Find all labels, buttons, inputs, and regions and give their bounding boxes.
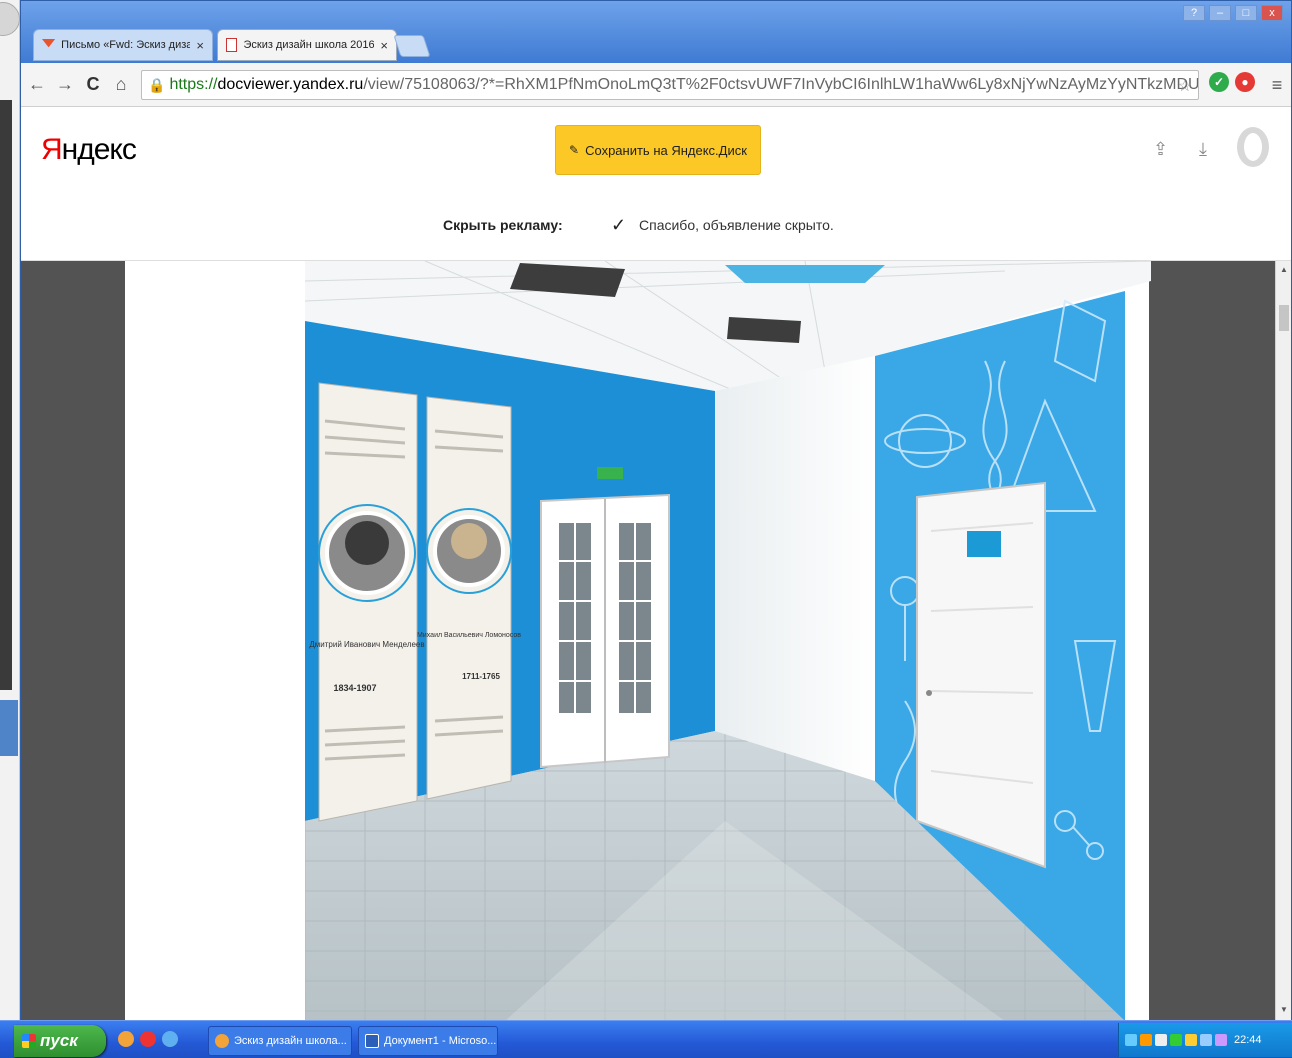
browser-icon [215,1034,229,1048]
download-icon[interactable]: ⤓ [1199,139,1207,160]
network-icon[interactable] [1125,1034,1137,1046]
browser-toolbar: ← → C ⌂ 🔒 https:// docviewer.yandex.ru /… [21,63,1291,107]
desktop-thumbnail[interactable] [0,700,18,756]
avatar-icon[interactable] [1233,123,1273,179]
tray-app-icon[interactable] [1140,1034,1152,1046]
tray-app-icon[interactable] [1215,1034,1227,1046]
extension-check-icon[interactable]: ✓ [1209,72,1229,92]
background-window [0,100,12,690]
tab-document-close-icon[interactable]: × [380,38,388,53]
double-door [540,493,670,769]
scroll-up-icon[interactable]: ▲ [1280,265,1288,274]
poster-right-years: 1711-1765 [462,672,500,681]
yandex-header: Яндекс ✎ Сохранить на Яндекс.Диск ⇪ ⤓ Ск… [21,107,1291,261]
scroll-thumb[interactable] [1279,305,1289,331]
pdf-icon [226,38,238,52]
tab-mail[interactable]: Письмо «Fwd: Эскиз дизай × [33,29,213,61]
mail-icon [42,39,56,48]
tab-document[interactable]: Эскиз дизайн школа 2016 г × [217,29,397,61]
windows-taskbar: пуск Эскиз дизайн школа... Документ1 - M… [0,1020,1292,1058]
taskbar-window-word[interactable]: Документ1 - Microso... [358,1026,498,1056]
url-host: docviewer.yandex.ru [217,76,364,93]
disk-icon: ✎ [569,143,580,157]
ad-hidden-message: Спасибо, объявление скрыто. [639,217,834,233]
home-icon[interactable]: ⌂ [109,73,133,97]
taskbar-window-browser-label: Эскиз дизайн школа... [234,1035,347,1047]
browser-titlebar: Письмо «Fwd: Эскиз дизай × Эскиз дизайн … [21,1,1291,63]
url-scheme: https:// [169,76,218,93]
system-tray: 22:44 [1118,1023,1292,1057]
poster-left-years: 1834-1907 [333,683,376,693]
door-sign [967,531,1001,557]
windows-logo-icon [22,1034,36,1048]
window-controls: ? – □ x [1183,5,1283,21]
address-bar[interactable]: 🔒 https:// docviewer.yandex.ru /view/751… [141,70,1199,100]
extension-red-icon[interactable]: ● [1235,72,1255,92]
quicklaunch-browser-icon[interactable] [118,1031,134,1047]
desktop-circle-icon [0,2,20,36]
lock-icon: 🔒 [148,76,166,93]
reload-icon[interactable]: C [81,73,105,97]
ceiling-vent [727,317,801,343]
tray-app-icon[interactable] [1185,1034,1197,1046]
save-to-disk-label: Сохранить на Яндекс.Диск [585,142,747,158]
ad-hide-label: Скрыть рекламу: [443,217,563,233]
poster-right [426,396,512,800]
quicklaunch-yandex-icon[interactable] [140,1031,156,1047]
poster-left [318,382,418,822]
share-icon[interactable]: ⇪ [1153,139,1168,160]
volume-icon[interactable] [1200,1034,1212,1046]
yandex-logo[interactable]: Яндекс [41,133,137,167]
desktop-background [0,0,20,1020]
tray-app-icon[interactable] [1155,1034,1167,1046]
tray-app-icon[interactable] [1170,1034,1182,1046]
document-viewer: Дмитрий Иванович Менделеев 1834-1907 Мих… [21,261,1291,1021]
browser-window: Письмо «Fwd: Эскиз дизай × Эскиз дизайн … [20,0,1292,1021]
ceiling-lamp [725,265,885,283]
menu-icon[interactable]: ≡ [1265,73,1289,97]
quicklaunch-ie-icon[interactable] [162,1031,178,1047]
poster-left-name: Дмитрий Иванович Менделеев [309,640,424,649]
white-wall [715,356,875,781]
help-button[interactable]: ? [1183,5,1205,21]
poster-right-name: Михаил Васильевич Ломоносов [417,632,521,639]
start-button[interactable]: пуск [14,1025,106,1057]
tab-document-title: Эскиз дизайн школа 2016 г [243,39,375,51]
new-tab-button[interactable] [393,35,431,57]
right-door [916,481,1046,869]
maximize-button[interactable]: □ [1235,5,1257,21]
tab-mail-title: Письмо «Fwd: Эскиз дизай [61,39,191,51]
document-page: Дмитрий Иванович Менделеев 1834-1907 Мих… [125,261,1151,1021]
taskbar-window-word-label: Документ1 - Microso... [384,1035,497,1047]
close-window-button[interactable]: x [1261,5,1283,21]
viewer-scrollbar[interactable]: ▲ ▼ [1275,261,1291,1021]
page-content: Яндекс ✎ Сохранить на Яндекс.Диск ⇪ ⤓ Ск… [21,107,1291,1021]
ad-hide-bar: Скрыть рекламу: ✓ Спасибо, объявление ск… [21,203,1291,247]
scroll-down-icon[interactable]: ▼ [1280,1005,1288,1014]
minimize-button[interactable]: – [1209,5,1231,21]
tab-mail-close-icon[interactable]: × [196,38,204,53]
exit-sign [597,467,623,479]
forward-icon[interactable]: → [53,73,77,97]
interior-render-image: Дмитрий Иванович Менделеев 1834-1907 Мих… [305,261,1151,1021]
save-to-disk-button[interactable]: ✎ Сохранить на Яндекс.Диск [555,125,761,175]
back-icon[interactable]: ← [25,73,49,97]
start-label: пуск [40,1031,78,1050]
taskbar-window-browser[interactable]: Эскиз дизайн школа... [208,1026,352,1056]
bookmark-star-icon[interactable]: ☆ [1178,76,1192,96]
url-path: /view/75108063/?*=RhXM1PfNmOnoLmQ3tT%2F0… [363,76,1199,93]
check-icon: ✓ [611,214,627,235]
word-icon [365,1034,379,1048]
clock: 22:44 [1234,1034,1262,1046]
